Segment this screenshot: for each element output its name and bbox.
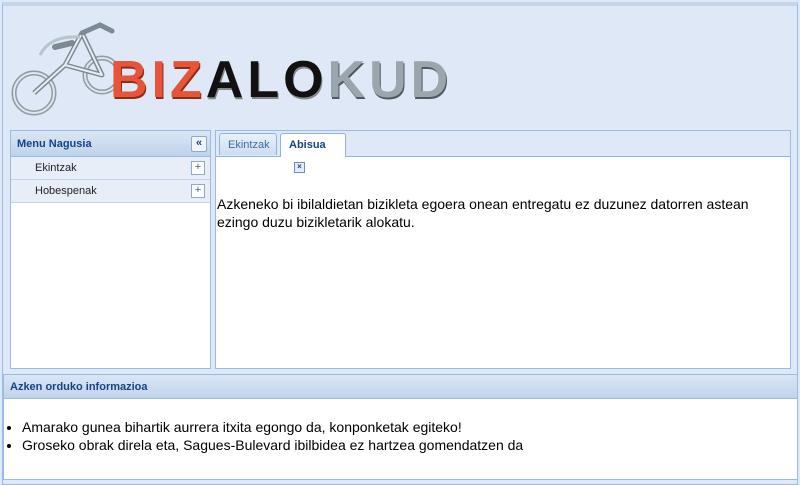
- tab-strip: Ekintzak Abisua×: [216, 131, 790, 173]
- latest-info-panel: Azken orduko informazioa Amarako gunea b…: [3, 374, 798, 480]
- double-chevron-left-icon[interactable]: «: [191, 136, 207, 152]
- list-item: Amarako gunea bihartik aurrera itxita eg…: [22, 418, 523, 436]
- tab-ekintzak[interactable]: Ekintzak: [219, 133, 277, 155]
- logo-part-biz: BIZ: [110, 51, 206, 109]
- plus-icon[interactable]: +: [191, 184, 205, 198]
- latest-info-title: Azken orduko informazioa: [10, 381, 148, 393]
- notice-text: Azkeneko bi ibilaldietan bizikleta egoer…: [217, 196, 749, 230]
- tab-content: Azkeneko bi ibilaldietan bizikleta egoer…: [216, 157, 790, 368]
- tab-label: Abisua: [289, 139, 326, 151]
- list-item: Groseko obrak direla eta, Sagues-Bulevar…: [22, 436, 523, 454]
- menu-item-label: Hobespenak: [35, 185, 97, 197]
- app-logo: BIZALOKUD: [110, 50, 452, 110]
- tab-abisua[interactable]: Abisua×: [280, 133, 346, 173]
- main-menu-header: Menu Nagusia «: [11, 131, 210, 157]
- logo-part-alo: ALO: [205, 51, 328, 109]
- menu-item-label: Ekintzak: [35, 162, 77, 174]
- menu-item-ekintzak[interactable]: Ekintzak +: [11, 157, 210, 180]
- banner: BIZALOKUD: [10, 10, 530, 125]
- tab-label: Ekintzak: [228, 139, 270, 151]
- main-menu-title: Menu Nagusia: [17, 138, 92, 150]
- latest-info-header: Azken orduko informazioa: [4, 375, 797, 399]
- info-list: Amarako gunea bihartik aurrera itxita eg…: [4, 418, 523, 454]
- menu-item-hobespenak[interactable]: Hobespenak +: [11, 180, 210, 203]
- main-menu-panel: Menu Nagusia « Ekintzak + Hobespenak +: [10, 130, 211, 369]
- logo-part-kud: KUD: [327, 51, 453, 109]
- plus-icon[interactable]: +: [191, 161, 205, 175]
- tab-panel: Ekintzak Abisua× Azkeneko bi ibilaldieta…: [215, 130, 791, 369]
